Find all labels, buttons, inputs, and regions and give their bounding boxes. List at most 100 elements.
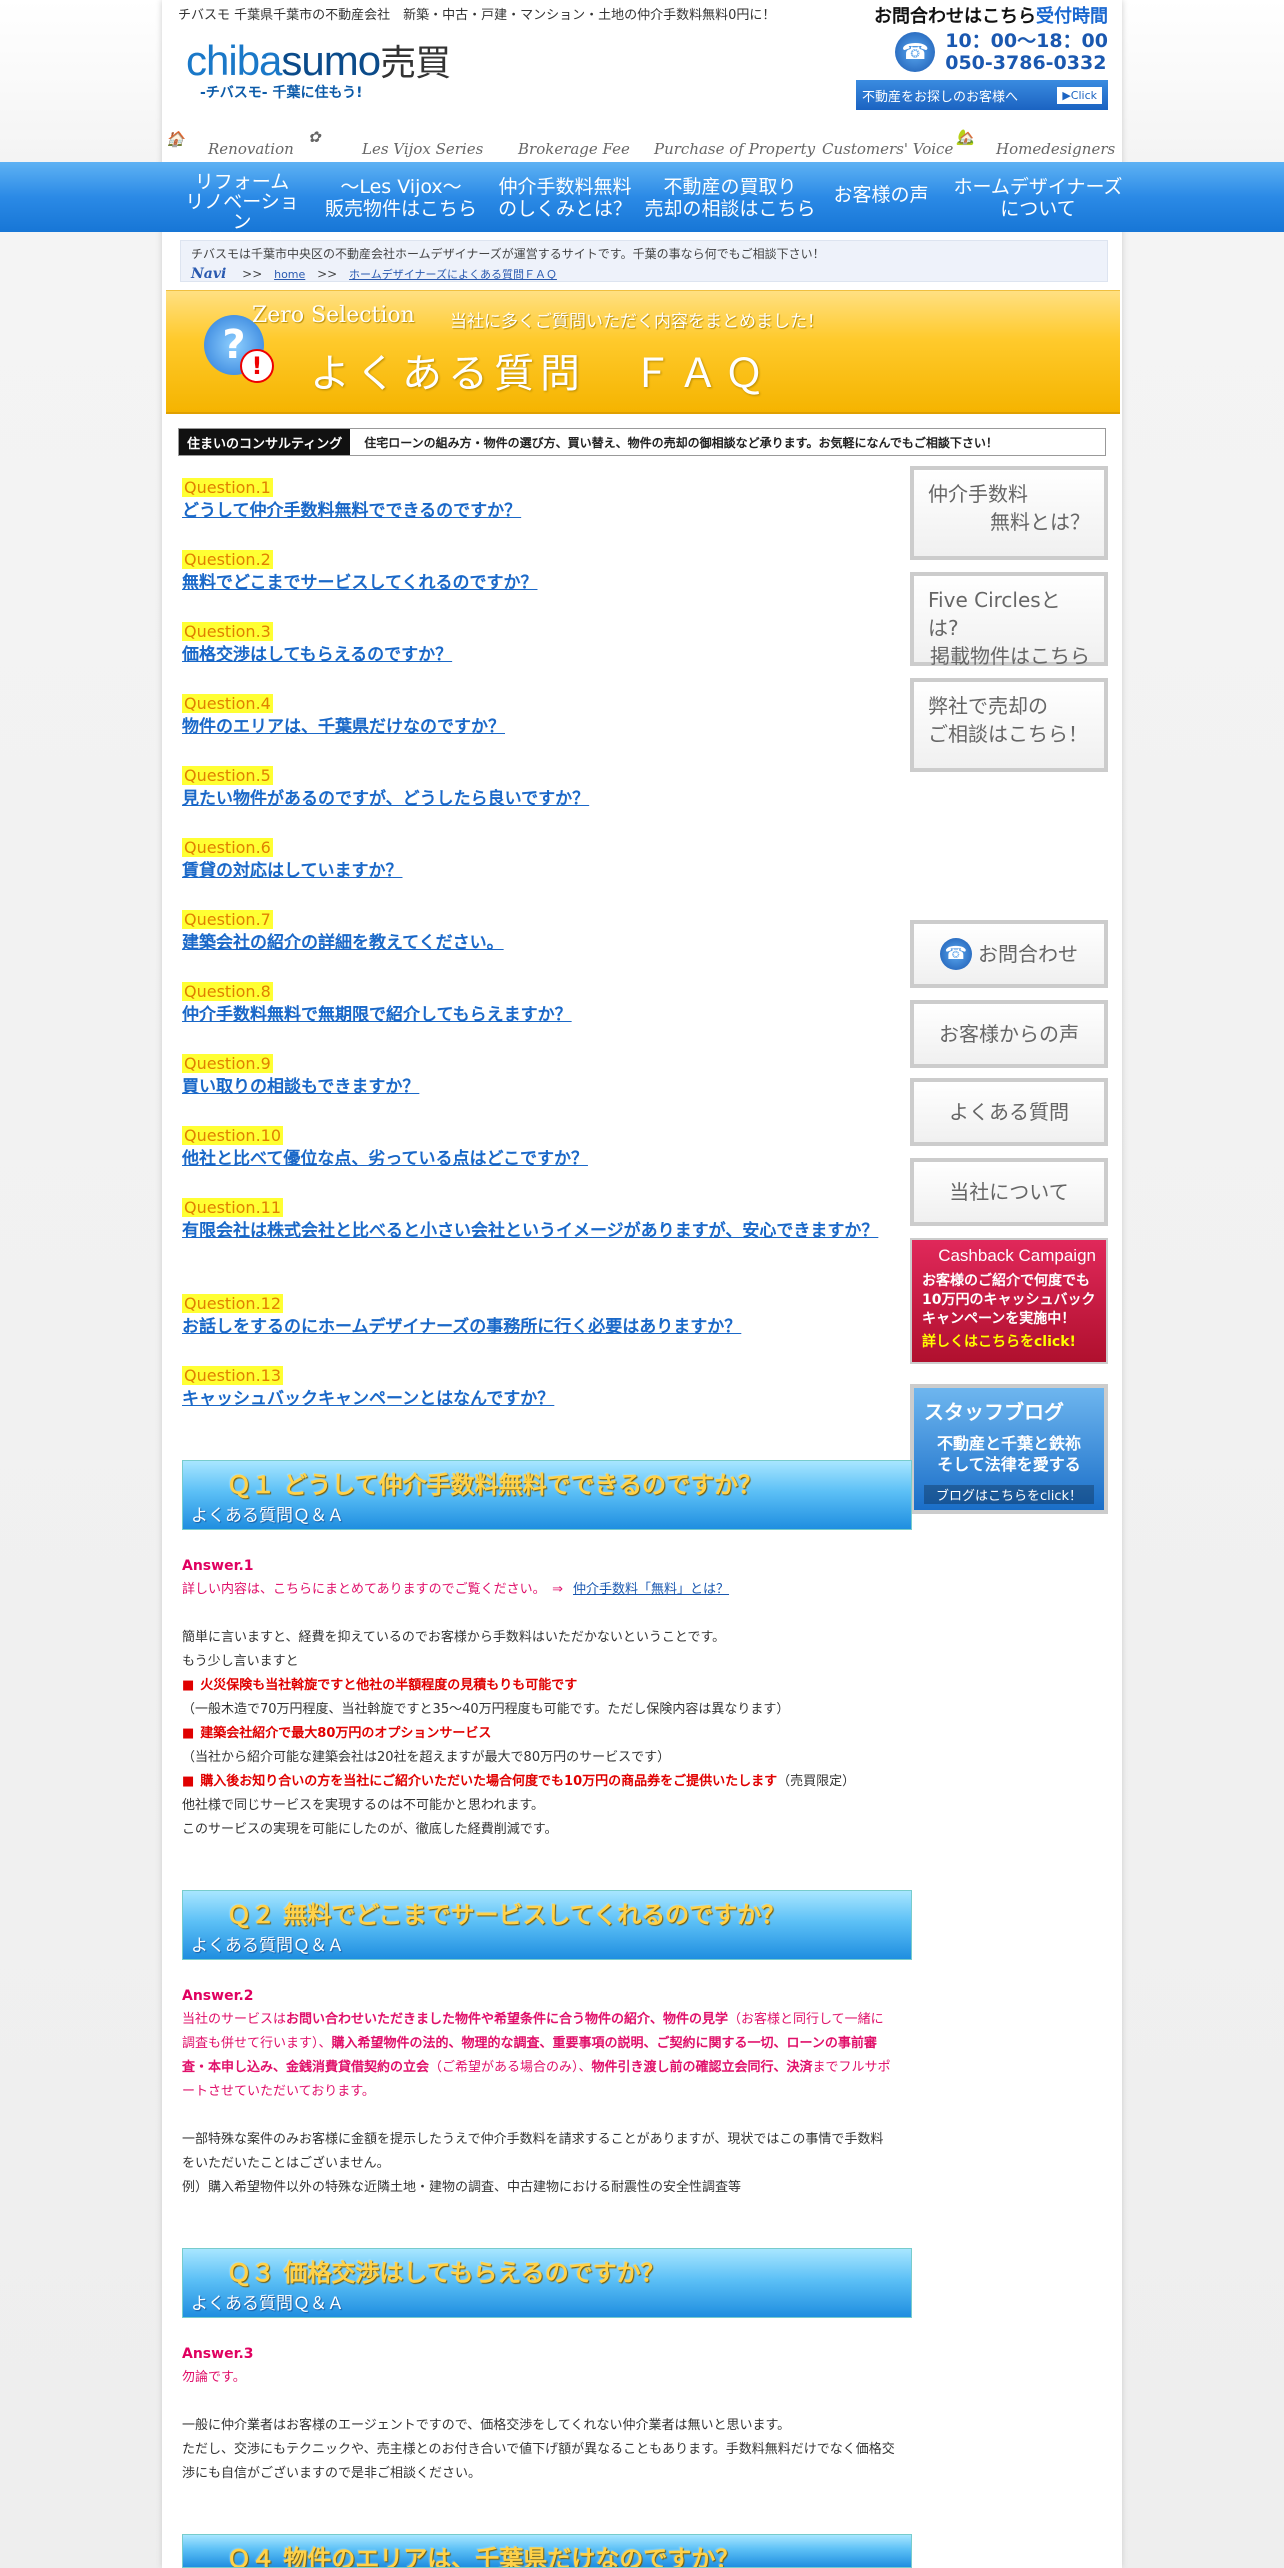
nav-item-purchase[interactable]: 不動産の買取り 売却の相談はこちら — [640, 176, 820, 220]
click-button[interactable]: ▶Click — [1057, 86, 1102, 104]
question-link[interactable]: 買い取りの相談もできますか？ — [182, 1075, 892, 1099]
question-item[interactable]: Question.5 見たい物件があるのですが、どうしたら良いですか？ — [182, 766, 892, 838]
question-link[interactable]: 仲介手数料無料で無期限で紹介してもらえますか？ — [182, 1003, 892, 1027]
answer-text: 簡単に言いますと、経費を抑えているのでお客様から手数料はいただかないということで… — [182, 1630, 726, 1645]
sidebar-about-label: 当社について — [949, 1180, 1069, 1204]
answer-text: もう少し言いますと — [182, 1654, 299, 1669]
sidebar-btn-line: Five Circlesとは? — [928, 588, 1061, 640]
sidebar-contact-button[interactable]: ☎ お問合わせ — [910, 920, 1108, 988]
answer-text: 当社のサービスは — [182, 2012, 287, 2027]
sidebar-sell-button[interactable]: 弊社で売却の ご相談はこちら！ — [910, 678, 1108, 772]
phone-icon: ☎ — [940, 938, 972, 970]
question-item[interactable]: Question.2 無料でどこまでサービスしてくれるのですか？ — [182, 550, 892, 622]
nav-item-lesvijox[interactable]: 〜Les Vijox〜 販売物件はこちら — [318, 176, 484, 220]
sidebar-fivecircles-button[interactable]: Five Circlesとは? 掲載物件はこちら — [910, 572, 1108, 668]
answer-label: Answer.3 — [182, 2346, 254, 2362]
blog-link[interactable]: ブログはこちらをclick！ — [924, 1485, 1094, 1504]
question-link[interactable]: 価格交渉はしてもらえるのですか？ — [182, 643, 892, 667]
nav-line: お客様の声 — [833, 184, 929, 206]
breadcrumb-current-link[interactable]: ホームデザイナーズによくある質問ＦＡＱ — [349, 268, 557, 281]
logo-subtitle: -チバスモ- 千葉に住もう! — [200, 85, 363, 101]
question-link[interactable]: 有限会社は株式会社と比べると小さい会社というイメージがありますが、安心できますか… — [182, 1219, 892, 1243]
question-link[interactable]: 見たい物件があるのですが、どうしたら良いですか？ — [182, 787, 892, 811]
logo-brand-a: chiba — [186, 37, 282, 84]
qa-subtitle: よくある質問Ｑ＆Ａ — [191, 2294, 344, 2314]
nav-line: について — [1000, 198, 1076, 220]
property-search-banner[interactable]: 不動産をお探しのお客様へ ▶Click — [856, 80, 1108, 110]
question-link[interactable]: 物件のエリアは、千葉県だけなのですか？ — [182, 715, 892, 739]
blog-body: 不動産と千葉と鉄袮 そして法律を愛する — [924, 1433, 1094, 1475]
click-label: Click — [1070, 88, 1097, 102]
question-item[interactable]: Question.4 物件のエリアは、千葉県だけなのですか？ — [182, 694, 892, 766]
answer-3: Answer.3 勿論です。 一般に仲介業者はお客様のエージェントですので、価格… — [182, 2342, 896, 2486]
qa-heading-3: Ｑ３ 価格交渉はしてもらえるのですか？ よくある質問Ｑ＆Ａ — [182, 2248, 912, 2318]
breadcrumb: チバスモは千葉市中央区の不動産会社ホームデザイナーズが運営するサイトです。千葉の… — [180, 240, 1108, 282]
answer-intro: 勿論です。 — [182, 2370, 246, 2385]
answer-bullet: 火災保険も当社斡旋ですと他社の半額程度の見積もりも可能です — [200, 1678, 578, 1693]
answer-text: このサービスの実現を可能にしたのが、徹底した経費削減です。 — [182, 1822, 558, 1837]
question-item[interactable]: Question.3 価格交渉はしてもらえるのですか？ — [182, 622, 892, 694]
page-title: よくある質問 ＦＡＱ — [310, 351, 770, 397]
breadcrumb-label: Navi — [191, 266, 227, 282]
question-link[interactable]: 賃貸の対応はしていますか？ — [182, 859, 892, 883]
search-banner-text: 不動産をお探しのお客様へ — [862, 89, 1019, 105]
house-icon: 🏠 — [166, 130, 185, 148]
brokerage-fee-link[interactable]: 仲介手数料「無料」とは？ — [573, 1582, 729, 1597]
sidebar-btn-line: 無料とは？ — [990, 510, 1090, 534]
blog-title: スタッフブログ — [924, 1400, 1064, 1424]
question-number: Question.7 — [182, 910, 273, 929]
sidebar-faq-button[interactable]: よくある質問 — [910, 1078, 1108, 1146]
question-number: Question.11 — [182, 1198, 284, 1217]
sidebar-btn-line: 仲介手数料 — [928, 482, 1028, 506]
sidebar-about-button[interactable]: 当社について — [910, 1158, 1108, 1226]
sidebar-voice-button[interactable]: お客様からの声 — [910, 1000, 1108, 1068]
question-item[interactable]: Question.6 賃貸の対応はしていますか？ — [182, 838, 892, 910]
breadcrumb-sep: >> — [242, 267, 263, 281]
question-item[interactable]: Question.12 お話しをするのにホームデザイナーズの事務所に行く必要はあり… — [182, 1294, 892, 1366]
contact-title: お問合わせはこちら受付時間 — [856, 2, 1108, 28]
question-item[interactable]: Question.1 どうして仲介手数料無料でできるのですか？ — [182, 478, 892, 550]
breadcrumb-sep: >> — [317, 267, 338, 281]
logo-brand-c: 売買 — [380, 42, 451, 83]
nav-item-homedesigners[interactable]: ホームデザイナーズ について — [946, 176, 1130, 220]
site-logo[interactable]: chibasumo売買 -チバスモ- 千葉に住もう! — [186, 34, 451, 102]
question-number: Question.10 — [182, 1126, 284, 1145]
blog-line: 不動産と千葉と鉄袮 — [936, 1434, 1081, 1453]
question-item[interactable]: Question.13 キャッシュバックキャンペーンとはなんですか？ — [182, 1366, 892, 1438]
answer-note: （一般木造で70万円程度、当社斡旋ですと35～40万円程度も可能です。ただし保険… — [182, 1702, 790, 1717]
staff-blog-banner[interactable]: スタッフブログ 不動産と千葉と鉄袮 そして法律を愛する ブログはこちらをclic… — [910, 1384, 1108, 1514]
nav-label-brokerage: Brokerage Fee — [518, 140, 630, 158]
house-icon-2: 🏡 — [956, 128, 975, 146]
question-item[interactable]: Question.7 建築会社の紹介の詳細を教えてください。 — [182, 910, 892, 982]
question-item[interactable]: Question.10 他社と比べて優位な点、劣っている点はどこですか？ — [182, 1126, 892, 1198]
question-link[interactable]: キャッシュバックキャンペーンとはなんですか？ — [182, 1387, 892, 1411]
breadcrumb-home-link[interactable]: home — [274, 268, 305, 281]
cashback-campaign-banner[interactable]: Cashback Campaign お客様のご紹介で何度でも 10万円のキャッシ… — [910, 1238, 1108, 1364]
question-link[interactable]: お話しをするのにホームデザイナーズの事務所に行く必要はありますか？ — [182, 1315, 892, 1339]
flower-icon: ✿ — [308, 128, 321, 146]
nav-english-labels: 🏠 Renovation ✿ Les Vijox Series Brokerag… — [162, 128, 1122, 164]
banner-subtitle: 当社に多くご質問いただく内容をまとめました！ — [450, 312, 824, 332]
sidebar-btn-line: ご相談はこちら！ — [928, 722, 1088, 746]
question-link[interactable]: 他社と比べて優位な点、劣っている点はどこですか？ — [182, 1147, 892, 1171]
question-item[interactable]: Question.11 有限会社は株式会社と比べると小さい会社というイメージがあり… — [182, 1198, 892, 1294]
question-link[interactable]: 建築会社の紹介の詳細を教えてください。 — [182, 931, 892, 955]
qa-heading-2: Ｑ２ 無料でどこまでサービスしてくれるのですか？ よくある質問Ｑ＆Ａ — [182, 1890, 912, 1960]
cashback-link[interactable]: 詳しくはこちらをclick! — [922, 1331, 1096, 1351]
phone-block[interactable]: ☎ 10：00～18：00 050-3786-0332 — [856, 30, 1108, 74]
sidebar-brokerage-button[interactable]: 仲介手数料無料とは？ — [910, 466, 1108, 560]
nav-label-purchase: Purchase of Property — [654, 140, 816, 158]
question-item[interactable]: Question.8 仲介手数料無料で無期限で紹介してもらえますか？ — [182, 982, 892, 1054]
question-item[interactable]: Question.9 買い取りの相談もできますか？ — [182, 1054, 892, 1126]
nav-item-voice[interactable]: お客様の声 — [822, 184, 940, 206]
answer-note: （当社から紹介可能な建築会社は20社を超えますが最大で80万円のサービスです） — [182, 1750, 671, 1765]
question-number: Question.13 — [182, 1366, 284, 1385]
question-number: Question.12 — [182, 1294, 284, 1313]
nav-item-brokerage-fee[interactable]: 仲介手数料無料 のしくみとは？ — [490, 176, 640, 220]
nav-label-renovation: Renovation — [208, 140, 294, 158]
contact-box: お問合わせはこちら受付時間 ☎ 10：00～18：00 050-3786-033… — [856, 2, 1108, 110]
consulting-label: 住まいのコンサルティング — [179, 429, 351, 455]
question-link[interactable]: 無料でどこまでサービスしてくれるのですか？ — [182, 571, 892, 595]
sidebar-voice-label: お客様からの声 — [939, 1022, 1079, 1046]
question-link[interactable]: どうして仲介手数料無料でできるのですか？ — [182, 499, 892, 523]
